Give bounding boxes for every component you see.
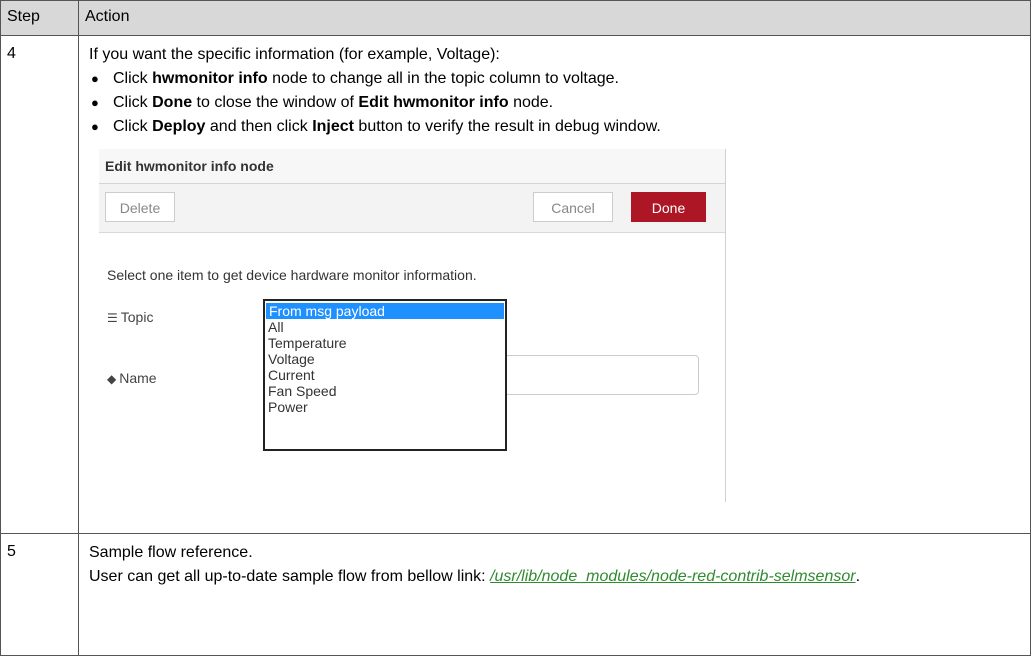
table-header-row: Step Action	[0, 0, 1031, 36]
action-intro: If you want the specific information (fo…	[89, 46, 500, 63]
action-header: Action	[78, 0, 1031, 36]
topic-option[interactable]: Fan Speed	[265, 383, 505, 399]
procedure-table: Step Action 4 If you want the specific i…	[0, 0, 1031, 656]
step-header: Step	[0, 0, 79, 36]
topic-dropdown-list[interactable]: From msg payload All Temperature Voltage…	[263, 299, 507, 451]
step-cell: 5	[0, 533, 79, 656]
table-row: 4 If you want the specific information (…	[0, 35, 1031, 534]
table-row: 5 Sample flow reference. User can get al…	[0, 533, 1031, 656]
name-label: ◆ Name	[107, 370, 157, 386]
topic-option[interactable]: Power	[265, 399, 505, 415]
topic-option[interactable]: Temperature	[265, 335, 505, 351]
list-item: Click Deploy and then click Inject butto…	[91, 115, 1030, 139]
action-cell: If you want the specific information (fo…	[78, 35, 1031, 534]
done-button[interactable]: Done	[631, 192, 706, 222]
topic-label: ☰ Topic	[107, 309, 154, 325]
dialog-intro: Select one item to get device hardware m…	[107, 267, 477, 283]
topic-option[interactable]: All	[265, 319, 505, 335]
dialog-toolbar: Delete Cancel Done	[99, 184, 725, 233]
step-cell: 4	[0, 35, 79, 534]
list-item: Click hwmonitor info node to change all …	[91, 67, 1030, 91]
list-item: Click Done to close the window of Edit h…	[91, 91, 1030, 115]
topic-option[interactable]: From msg payload	[266, 303, 504, 319]
tag-icon: ◆	[107, 372, 117, 386]
row5-line2: User can get all up-to-date sample flow …	[89, 568, 861, 585]
row5-line1: Sample flow reference.	[89, 544, 253, 561]
topic-option[interactable]: Voltage	[265, 351, 505, 367]
action-cell: Sample flow reference. User can get all …	[78, 533, 1031, 656]
topic-option[interactable]: Current	[265, 367, 505, 383]
cancel-button[interactable]: Cancel	[533, 192, 613, 222]
edit-node-dialog-screenshot: Edit hwmonitor info node Delete Cancel D…	[99, 149, 726, 502]
action-bullets: Click hwmonitor info node to change all …	[89, 67, 1030, 139]
sample-flow-link[interactable]: /usr/lib/node_modules/node-red-contrib-s…	[490, 568, 856, 585]
delete-button[interactable]: Delete	[105, 192, 175, 222]
list-icon: ☰	[107, 311, 118, 325]
dialog-title: Edit hwmonitor info node	[99, 149, 725, 184]
